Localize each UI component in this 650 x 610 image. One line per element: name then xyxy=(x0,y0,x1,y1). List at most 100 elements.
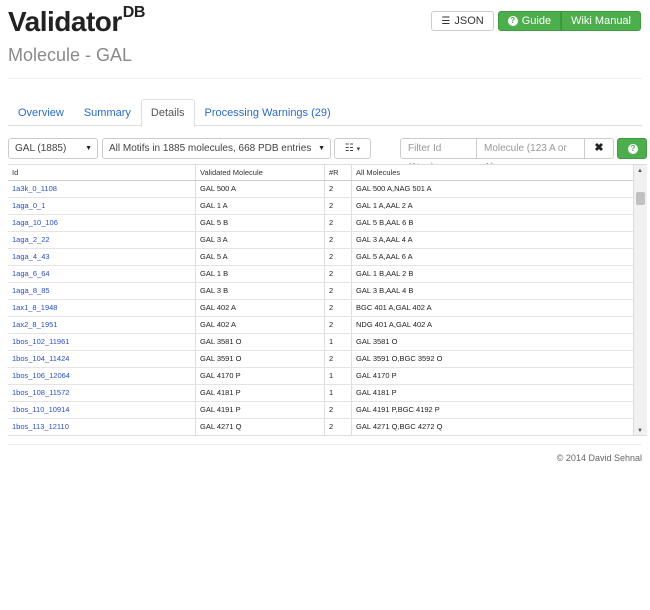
row-validated-molecule: GAL 500 A xyxy=(196,181,325,197)
scrollbar-thumb[interactable] xyxy=(636,192,645,205)
row-id-link[interactable]: 1bos_106_12064 xyxy=(8,368,196,384)
column-header-all-molecules[interactable]: All Molecules xyxy=(352,165,633,180)
row-all-molecules: GAL 3 A,AAL 4 A xyxy=(356,235,413,244)
row-validated-molecule: GAL 4191 P xyxy=(196,402,325,418)
molecule-filter-input[interactable]: Molecule (123 A or A) xyxy=(476,138,585,173)
row-residue-count: 2 xyxy=(325,317,352,333)
row-validated-molecule: GAL 1 A xyxy=(196,198,325,214)
table-header: Id Validated Molecule #R All Molecules xyxy=(8,165,647,181)
row-all-molecules: NDG 401 A,GAL 402 A xyxy=(356,320,433,329)
table-scrollbar[interactable]: ▲ ▼ xyxy=(633,165,647,435)
question-circle-icon: ? xyxy=(628,144,638,154)
row-all-molecules: GAL 3 B,AAL 4 B xyxy=(356,286,414,295)
clear-filter-button[interactable]: ✖ xyxy=(584,138,614,159)
footer-copyright: © 2014 David Sehnal xyxy=(556,453,642,463)
close-icon: ✖ xyxy=(594,142,604,154)
column-header-id[interactable]: Id xyxy=(8,165,196,180)
row-residue-count: 1 xyxy=(325,385,352,401)
json-button[interactable]: ☰ JSON xyxy=(431,11,494,31)
brand-name: Validator xyxy=(8,6,122,37)
row-validated-molecule: GAL 4170 P xyxy=(196,368,325,384)
row-all-molecules: GAL 500 A,NAG 501 A xyxy=(356,184,432,193)
wiki-button-label: Wiki Manual xyxy=(571,15,631,27)
row-residue-count: 2 xyxy=(325,181,352,197)
table-row[interactable]: 1aga_10_106 GAL 5 B 2 GAL 5 B,AAL 6 B xyxy=(8,215,647,232)
row-all-molecules: GAL 4271 Q,BGC 4272 Q xyxy=(356,422,443,431)
tab-overview[interactable]: Overview xyxy=(8,99,74,126)
row-id-link[interactable]: 1aga_4_43 xyxy=(8,249,196,265)
json-button-label: JSON xyxy=(454,15,484,27)
wiki-manual-button[interactable]: Wiki Manual xyxy=(561,11,641,31)
row-residue-count: 2 xyxy=(325,402,352,418)
row-id-link[interactable]: 1a3k_0_1108 xyxy=(8,181,196,197)
filter-help-button[interactable]: ? xyxy=(617,138,647,159)
row-residue-count: 2 xyxy=(325,283,352,299)
table-row[interactable]: 1aga_4_43 GAL 5 A 2 GAL 5 A,AAL 6 A xyxy=(8,249,647,266)
row-id-link[interactable]: 1aga_0_1 xyxy=(8,198,196,214)
row-id-link[interactable]: 1bos_104_11424 xyxy=(8,351,196,367)
row-validated-molecule: GAL 1 B xyxy=(196,266,325,282)
stack-icon: ☰ xyxy=(441,15,451,27)
page-title: Molecule - GAL xyxy=(8,45,133,65)
table-row[interactable]: 1ax1_8_1948 GAL 402 A 2 BGC 401 A,GAL 402 A xyxy=(8,300,647,317)
row-id-link[interactable]: 1bos_102_11961 xyxy=(8,334,196,350)
row-id-link[interactable]: 1aga_6_64 xyxy=(8,266,196,282)
row-id-link[interactable]: 1aga_8_85 xyxy=(8,283,196,299)
molecule-select-value: GAL (1885) xyxy=(15,143,67,154)
tab-bar: Overview Summary Details Processing Warn… xyxy=(8,99,642,127)
row-validated-molecule: GAL 4271 Q xyxy=(196,419,325,435)
tab-processing-warnings[interactable]: Processing Warnings (29) xyxy=(195,99,341,126)
table-row[interactable]: 1bos_108_11572 GAL 4181 P 1 GAL 4181 P xyxy=(8,385,647,402)
scroll-up-arrow-icon[interactable]: ▲ xyxy=(637,168,643,174)
filter-id-input[interactable]: Filter Id (1tqn) xyxy=(400,138,477,173)
table-row[interactable]: 1bos_110_10914 GAL 4191 P 2 GAL 4191 P,BGC … xyxy=(8,402,647,419)
row-id-link[interactable]: 1bos_110_10914 xyxy=(8,402,196,418)
table-row[interactable]: 1bos_102_11961 GAL 3581 O 1 GAL 3581 O xyxy=(8,334,647,351)
app-brand[interactable]: ValidatorDB xyxy=(8,4,145,38)
row-validated-molecule: GAL 3591 O xyxy=(196,351,325,367)
row-id-link[interactable]: 1aga_10_106 xyxy=(8,215,196,231)
row-all-molecules: GAL 5 A,AAL 6 A xyxy=(356,252,413,261)
column-header-validated-molecule[interactable]: Validated Molecule xyxy=(196,165,325,180)
row-all-molecules: GAL 1 A,AAL 2 A xyxy=(356,201,413,210)
table-row[interactable]: 1aga_6_64 GAL 1 B 2 GAL 1 B,AAL 2 B xyxy=(8,266,647,283)
row-id-link[interactable]: 1ax2_8_1951 xyxy=(8,317,196,333)
columns-menu-button[interactable]: ☷ ▾ xyxy=(334,138,371,159)
molecule-select[interactable]: GAL (1885) ▼ xyxy=(8,138,98,159)
table-row[interactable]: 1bos_113_12110 GAL 4271 Q 2 GAL 4271 Q,BGC … xyxy=(8,419,647,435)
filter-bar: GAL (1885) ▼ All Motifs in 1885 molecule… xyxy=(8,138,647,173)
row-validated-molecule: GAL 3 B xyxy=(196,283,325,299)
motif-select[interactable]: All Motifs in 1885 molecules, 668 PDB en… xyxy=(102,138,331,159)
row-validated-molecule: GAL 4181 P xyxy=(196,385,325,401)
header-divider xyxy=(8,78,642,79)
guide-button-label: Guide xyxy=(521,15,552,27)
row-residue-count: 2 xyxy=(325,419,352,435)
caret-down-icon: ▾ xyxy=(356,146,361,153)
row-all-molecules: GAL 4170 P xyxy=(356,371,397,380)
row-validated-molecule: GAL 402 A xyxy=(196,317,325,333)
tab-details[interactable]: Details xyxy=(140,99,195,127)
list-icon: ☷ xyxy=(344,143,354,154)
tab-summary[interactable]: Summary xyxy=(74,99,141,126)
scroll-down-arrow-icon[interactable]: ▼ xyxy=(637,428,643,434)
row-id-link[interactable]: 1bos_108_11572 xyxy=(8,385,196,401)
table-row[interactable]: 1bos_104_11424 GAL 3591 O 2 GAL 3591 O,BGC … xyxy=(8,351,647,368)
row-all-molecules: GAL 3591 O,BGC 3592 O xyxy=(356,354,443,363)
table-row[interactable]: 1a3k_0_1108 GAL 500 A 2 GAL 500 A,NAG 501 A xyxy=(8,181,647,198)
caret-down-icon: ▼ xyxy=(85,145,92,152)
page: ValidatorDB Molecule - GAL ☰ JSON ? Guid… xyxy=(0,0,650,610)
table-row[interactable]: 1ax2_8_1951 GAL 402 A 2 NDG 401 A,GAL 402 A xyxy=(8,317,647,334)
row-all-molecules: GAL 5 B,AAL 6 B xyxy=(356,218,414,227)
row-id-link[interactable]: 1ax1_8_1948 xyxy=(8,300,196,316)
column-header-residue-count[interactable]: #R xyxy=(325,165,352,180)
table-row[interactable]: 1aga_2_22 GAL 3 A 2 GAL 3 A,AAL 4 A xyxy=(8,232,647,249)
row-residue-count: 2 xyxy=(325,266,352,282)
table-row[interactable]: 1bos_106_12064 GAL 4170 P 1 GAL 4170 P xyxy=(8,368,647,385)
table-row[interactable]: 1aga_8_85 GAL 3 B 2 GAL 3 B,AAL 4 B xyxy=(8,283,647,300)
guide-button[interactable]: ? Guide xyxy=(497,11,562,31)
table-row[interactable]: 1aga_0_1 GAL 1 A 2 GAL 1 A,AAL 2 A xyxy=(8,198,647,215)
top-toolbar: ☰ JSON ? Guide Wiki Manual xyxy=(431,11,641,31)
row-id-link[interactable]: 1bos_113_12110 xyxy=(8,419,196,435)
caret-down-icon: ▼ xyxy=(318,145,325,152)
row-id-link[interactable]: 1aga_2_22 xyxy=(8,232,196,248)
